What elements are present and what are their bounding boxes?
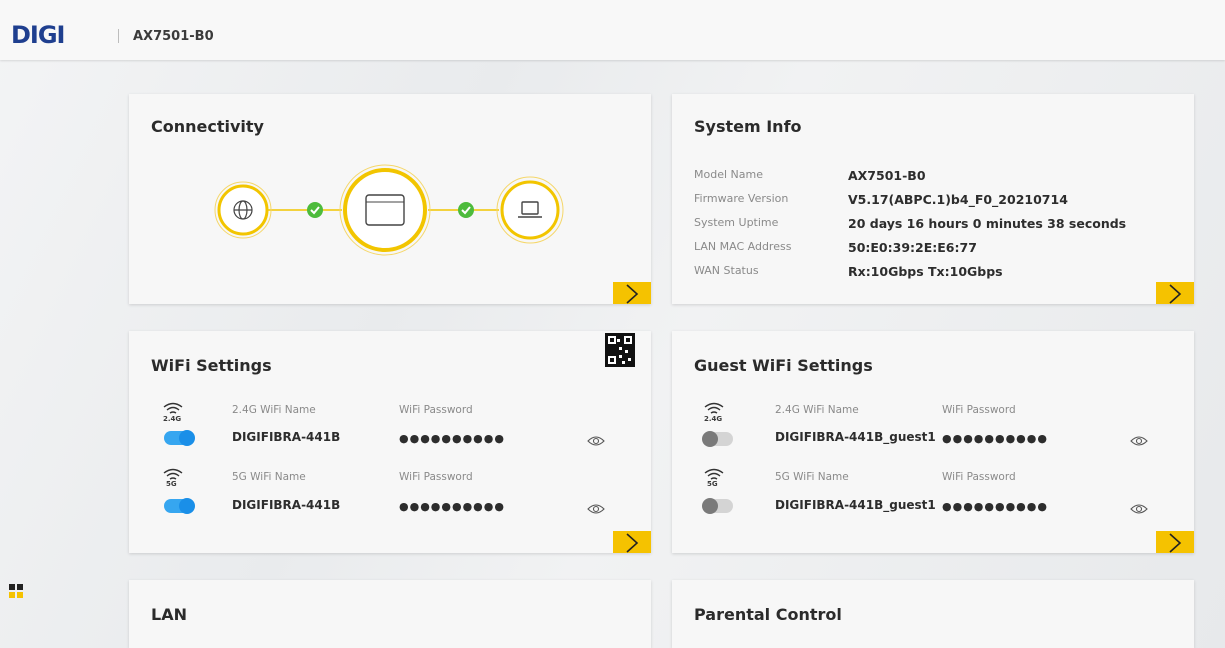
show-password-eye-icon[interactable] [587, 435, 605, 447]
apps-grid-icon[interactable] [9, 584, 23, 598]
client-laptop-icon [496, 176, 564, 244]
connection-ok-check-icon [307, 202, 323, 218]
wifi-24g-toggle[interactable] [164, 430, 195, 446]
wifi-signal-icon [163, 468, 183, 480]
wifi-5g-password-value: ●●●●●●●●●● [399, 500, 505, 513]
guest-wifi-more-button[interactable] [1156, 531, 1194, 553]
guest-wifi-settings-card[interactable]: Guest WiFi Settings 2.4G 2.4G WiFi Name … [672, 331, 1194, 553]
connectivity-card[interactable]: Connectivity [129, 94, 651, 304]
wan-status-label: WAN Status [694, 264, 759, 277]
chevron-right-icon [1169, 533, 1182, 553]
guest-24g-password-value: ●●●●●●●●●● [942, 432, 1048, 445]
parental-control-card[interactable]: Parental Control [672, 580, 1194, 648]
show-password-eye-icon[interactable] [1130, 503, 1148, 515]
guest-24g-password-label: WiFi Password [942, 404, 1016, 416]
wifi-signal-icon [163, 402, 183, 414]
card-title: System Info [694, 117, 802, 136]
wifi-5g-toggle[interactable] [164, 498, 195, 514]
firmware-version-value: V5.17(ABPC.1)b4_F0_20210714 [848, 192, 1068, 207]
device-model: AX7501-B0 [133, 29, 214, 44]
wifi-24g-name-value: DIGIFIBRA-441B [232, 430, 341, 444]
guest-5g-password-label: WiFi Password [942, 471, 1016, 483]
wan-status-value: Rx:10Gbps Tx:10Gbps [848, 264, 1003, 279]
guest-5g-password-value: ●●●●●●●●●● [942, 500, 1048, 513]
wifi-5g-password-label: WiFi Password [399, 471, 473, 483]
wifi-settings-card[interactable]: WiFi Settings 2.4G 2.4G WiFi Name DIGIFI… [129, 331, 651, 553]
system-info-more-button[interactable] [1156, 282, 1194, 304]
model-name-label: Model Name [694, 168, 763, 181]
router-device-icon [339, 164, 431, 256]
lan-card[interactable]: LAN [129, 580, 651, 648]
system-uptime-value: 20 days 16 hours 0 minutes 38 seconds [848, 216, 1127, 231]
chevron-right-icon [1169, 284, 1182, 304]
system-info-card[interactable]: System Info Model Name AX7501-B0 Firmwar… [672, 94, 1194, 304]
show-password-eye-icon[interactable] [587, 503, 605, 515]
connectivity-more-button[interactable] [613, 282, 651, 304]
wifi-settings-more-button[interactable] [613, 531, 651, 553]
card-title: WiFi Settings [151, 356, 272, 375]
internet-globe-icon [214, 181, 272, 239]
wifi-24g-password-label: WiFi Password [399, 404, 473, 416]
wifi-5g-name-value: DIGIFIBRA-441B [232, 498, 341, 512]
wifi-signal-icon [704, 468, 724, 480]
card-title: Guest WiFi Settings [694, 356, 873, 375]
system-uptime-label: System Uptime [694, 216, 779, 229]
guest-wifi-24g-toggle[interactable] [702, 431, 733, 447]
firmware-version-label: Firmware Version [694, 192, 789, 205]
band-label-24g: 2.4G [163, 415, 182, 423]
card-title: Parental Control [694, 605, 842, 624]
model-name-value: AX7501-B0 [848, 168, 926, 183]
band-label-5g: 5G [707, 480, 718, 488]
band-label-5g: 5G [166, 480, 177, 488]
guest-5g-name-value: DIGIFIBRA-441B_guest1 [775, 498, 936, 512]
show-password-eye-icon[interactable] [1130, 435, 1148, 447]
lan-mac-value: 50:E0:39:2E:E6:77 [848, 240, 977, 255]
connectivity-diagram [214, 164, 564, 256]
wifi-24g-name-label: 2.4G WiFi Name [232, 404, 316, 416]
band-label-24g: 2.4G [704, 415, 723, 423]
lan-mac-label: LAN MAC Address [694, 240, 792, 253]
header-divider [118, 29, 119, 43]
guest-24g-name-value: DIGIFIBRA-441B_guest1 [775, 430, 936, 444]
qr-code-icon[interactable] [605, 333, 635, 367]
guest-24g-name-label: 2.4G WiFi Name [775, 404, 859, 416]
wifi-signal-icon [704, 402, 724, 414]
digi-logo[interactable]: DIGI [11, 23, 65, 47]
chevron-right-icon [626, 533, 639, 553]
guest-5g-name-label: 5G WiFi Name [775, 471, 849, 483]
connection-ok-check-icon [458, 202, 474, 218]
chevron-right-icon [626, 284, 639, 304]
card-title: LAN [151, 605, 187, 624]
wifi-5g-name-label: 5G WiFi Name [232, 471, 306, 483]
guest-wifi-5g-toggle[interactable] [702, 498, 733, 514]
top-header: DIGI AX7501-B0 [0, 0, 1225, 60]
wifi-24g-password-value: ●●●●●●●●●● [399, 432, 505, 445]
